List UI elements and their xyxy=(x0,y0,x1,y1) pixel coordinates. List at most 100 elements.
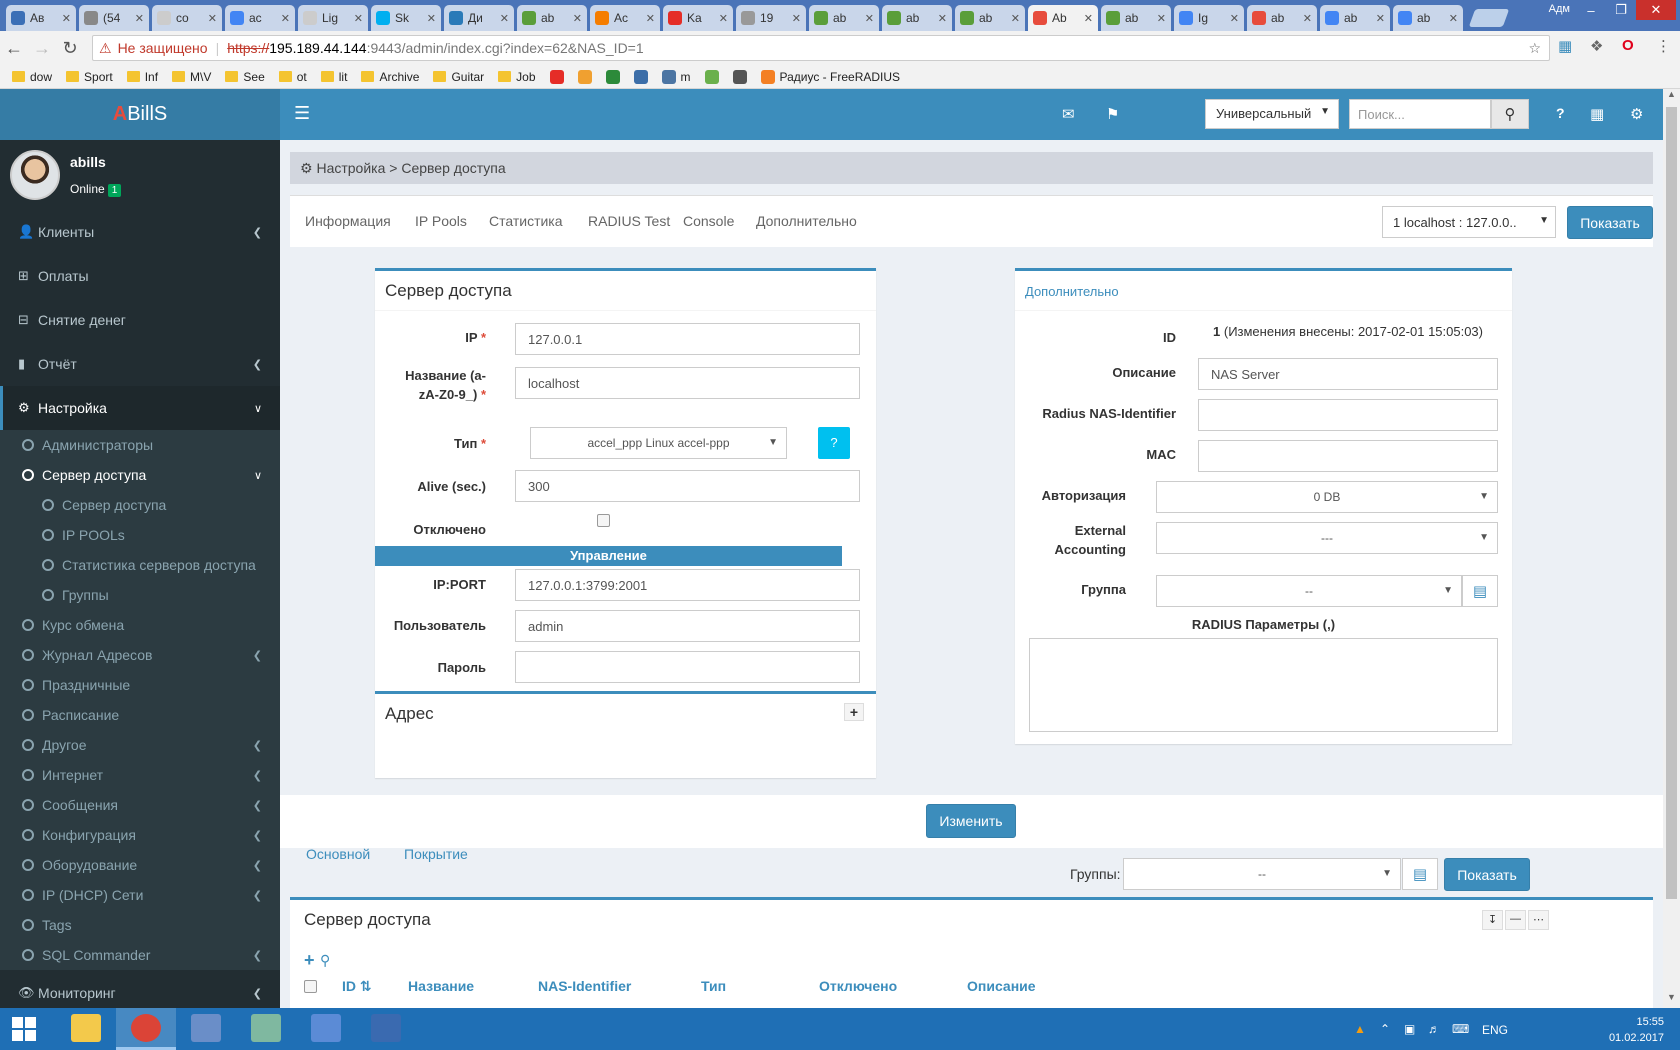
sidebar-subitem[interactable]: Сервер доступа ∨ xyxy=(0,460,280,490)
profile-label[interactable]: Адм xyxy=(1549,3,1570,15)
tab-main[interactable]: Основной xyxy=(306,846,370,862)
sidebar-subitem[interactable]: Администраторы xyxy=(0,430,280,460)
sidebar-subitem[interactable]: Конфигурация ❮ xyxy=(0,820,280,850)
browser-tab[interactable]: (54 ✕ xyxy=(79,5,149,31)
taskbar-app-network-tool[interactable] xyxy=(176,1008,236,1050)
browser-tab[interactable]: co ✕ xyxy=(152,5,222,31)
bookmark-folder[interactable]: See xyxy=(225,70,265,84)
sidebar-subitem[interactable]: IP (DHCP) Сети ❮ xyxy=(0,880,280,910)
sidebar-subitem[interactable]: IP POOLs xyxy=(0,520,280,550)
browser-tab[interactable]: Ди ✕ xyxy=(444,5,514,31)
bookmark-link[interactable]: m xyxy=(661,69,691,84)
alive-field[interactable]: 300 xyxy=(515,470,860,502)
extra-form-title[interactable]: Дополнительно xyxy=(1015,271,1512,311)
column-name[interactable]: Название xyxy=(408,978,474,994)
column-description[interactable]: Описание xyxy=(967,978,1036,994)
bookmark-link[interactable] xyxy=(732,69,747,84)
settings-gears-icon[interactable]: ⚙ xyxy=(1630,105,1643,123)
browser-tab[interactable]: Sk ✕ xyxy=(371,5,441,31)
browser-tab[interactable]: Ab ✕ xyxy=(1028,5,1098,31)
password-field[interactable] xyxy=(515,651,860,683)
bookmark-folder[interactable]: ot xyxy=(278,70,307,84)
close-tab-icon[interactable]: ✕ xyxy=(354,12,363,25)
add-icon[interactable]: + xyxy=(304,950,315,971)
bookmark-link[interactable] xyxy=(633,69,648,84)
restore-icon[interactable]: ❐ xyxy=(1606,0,1636,20)
close-tab-icon[interactable]: ✕ xyxy=(1303,12,1312,25)
description-field[interactable]: NAS Server xyxy=(1198,358,1498,390)
browser-tab[interactable]: 19 ✕ xyxy=(736,5,806,31)
extension-puzzle-icon[interactable]: ❖ xyxy=(1590,37,1603,55)
browser-tab[interactable]: ab ✕ xyxy=(955,5,1025,31)
browser-tab[interactable]: Ав ✕ xyxy=(6,5,76,31)
taskbar-app-chrome[interactable] xyxy=(116,1008,176,1050)
close-tab-icon[interactable]: ✕ xyxy=(792,12,801,25)
disabled-checkbox[interactable] xyxy=(597,514,610,527)
bookmark-folder[interactable]: lit xyxy=(320,70,347,84)
sidebar-item[interactable]: ⊟ Снятие денег xyxy=(0,298,280,342)
qrcode-icon[interactable]: ▦ xyxy=(1590,105,1604,123)
sidebar-subitem[interactable]: Другое ❮ xyxy=(0,730,280,760)
groups-list-button[interactable]: ▤ xyxy=(1402,858,1438,890)
mail-icon[interactable]: ✉ xyxy=(1062,105,1075,123)
show-hidden-icon[interactable]: ⌃ xyxy=(1380,1022,1394,1036)
page-scrollbar[interactable]: ▲ ▼ xyxy=(1663,89,1680,1008)
tab-radius-test[interactable]: RADIUS Test xyxy=(588,213,670,229)
group-list-button[interactable]: ▤ xyxy=(1462,575,1498,607)
bookmark-folder[interactable]: M\V xyxy=(172,70,211,84)
extension-icon[interactable]: ▦ xyxy=(1558,37,1572,55)
tab-statistics[interactable]: Статистика xyxy=(489,213,563,229)
scroll-down-icon[interactable]: ▼ xyxy=(1663,992,1680,1008)
tab-info[interactable]: Информация xyxy=(305,213,391,229)
ext-accounting-select[interactable]: --- ▼ xyxy=(1156,522,1498,554)
sidebar-subitem[interactable]: Статистика серверов доступа xyxy=(0,550,280,580)
close-tab-icon[interactable]: ✕ xyxy=(135,12,144,25)
opera-icon[interactable]: O xyxy=(1622,37,1634,54)
browser-tab[interactable]: Ka ✕ xyxy=(663,5,733,31)
bookmark-folder[interactable]: Guitar xyxy=(433,70,484,84)
scrollbar-thumb[interactable] xyxy=(1666,107,1677,899)
select-all-checkbox[interactable] xyxy=(304,980,317,993)
browser-tab[interactable]: Ig ✕ xyxy=(1174,5,1244,31)
breadcrumb-root[interactable]: Настройка xyxy=(316,160,385,176)
taskbar-app-remote-desktop[interactable] xyxy=(296,1008,356,1050)
close-tab-icon[interactable]: ✕ xyxy=(427,12,436,25)
new-tab-button[interactable] xyxy=(1468,9,1510,27)
search-input[interactable]: Поиск... xyxy=(1349,99,1491,129)
help-icon[interactable]: ? xyxy=(1556,105,1565,121)
expand-icon[interactable]: + xyxy=(844,703,864,721)
bookmark-folder[interactable]: dow xyxy=(12,70,52,84)
close-tab-icon[interactable]: ✕ xyxy=(865,12,874,25)
close-tab-icon[interactable]: ✕ xyxy=(500,12,509,25)
close-tab-icon[interactable]: ✕ xyxy=(573,12,582,25)
taskbar-app-server-manager[interactable] xyxy=(236,1008,296,1050)
sidebar-subitem[interactable]: Расписание xyxy=(0,700,280,730)
tab-coverage[interactable]: Покрытие xyxy=(404,846,468,862)
ip-field[interactable]: 127.0.0.1 xyxy=(515,323,860,355)
browser-tab[interactable]: ab ✕ xyxy=(1320,5,1390,31)
sidebar-subitem[interactable]: Праздничные xyxy=(0,670,280,700)
sidebar-item-settings[interactable]: ⚙ Настройка ∨ xyxy=(0,386,280,430)
sidebar-item[interactable]: 👤 Клиенты ❮ xyxy=(0,210,280,254)
mac-field[interactable] xyxy=(1198,440,1498,472)
sidebar-subitem[interactable]: Группы xyxy=(0,580,280,610)
user-field[interactable]: admin xyxy=(515,610,860,642)
close-window-icon[interactable]: ✕ xyxy=(1636,0,1676,20)
close-tab-icon[interactable]: ✕ xyxy=(1084,12,1093,25)
forward-icon[interactable]: → xyxy=(28,38,56,59)
column-disabled[interactable]: Отключено xyxy=(819,978,897,994)
bookmark-folder[interactable]: Inf xyxy=(126,70,158,84)
groups-show-button[interactable]: Показать xyxy=(1444,858,1530,891)
sidebar-subitem[interactable]: Сервер доступа xyxy=(0,490,280,520)
type-help-button[interactable]: ? xyxy=(818,427,850,459)
back-icon[interactable]: ← xyxy=(0,38,28,59)
bookmark-link[interactable] xyxy=(704,69,719,84)
sidebar-item[interactable]: ▮ Отчёт ❮ xyxy=(0,342,280,386)
scroll-up-icon[interactable]: ▲ xyxy=(1663,89,1680,105)
collapse-icon[interactable]: — xyxy=(1505,910,1526,930)
browser-tab[interactable]: ac ✕ xyxy=(225,5,295,31)
radius-params-textarea[interactable] xyxy=(1029,638,1498,732)
flag-icon[interactable]: ⚑ xyxy=(1106,105,1119,123)
show-button[interactable]: Показать xyxy=(1567,206,1653,239)
close-tab-icon[interactable]: ✕ xyxy=(719,12,728,25)
